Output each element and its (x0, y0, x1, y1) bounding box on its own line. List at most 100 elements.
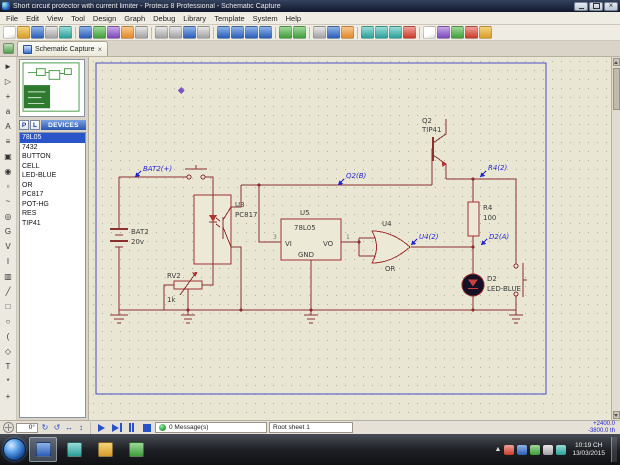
component-bat2[interactable]: BAT2 20v (110, 228, 149, 247)
tape-recorder-icon[interactable]: ◎ (1, 210, 15, 224)
zoom-in-icon[interactable] (217, 26, 230, 39)
component-rv2[interactable]: RV2 1k (167, 272, 202, 304)
tab-close-icon[interactable] (98, 45, 103, 54)
taskbar-proteus-button[interactable] (29, 437, 57, 462)
bat2-value-label[interactable]: 20v (131, 238, 144, 246)
device-item-78l05[interactable]: 78L05 (20, 133, 85, 143)
gerber-viewer-icon[interactable] (121, 26, 134, 39)
home-page-icon[interactable] (59, 26, 72, 39)
copy-icon[interactable] (327, 26, 340, 39)
menu-view[interactable]: View (43, 14, 67, 23)
schematic-canvas[interactable]: BAT2 20v U3 PC817 (89, 57, 611, 420)
block-copy-icon[interactable] (361, 26, 374, 39)
menu-system[interactable]: System (249, 14, 282, 23)
buses-icon[interactable]: ≡ (1, 135, 15, 149)
electrical-rule-check-icon[interactable] (465, 26, 478, 39)
minimize-button[interactable] (574, 2, 588, 11)
maximize-button[interactable] (589, 2, 603, 11)
menu-file[interactable]: File (2, 14, 22, 23)
show-desktop-button[interactable] (611, 437, 617, 462)
menu-tool[interactable]: Tool (67, 14, 89, 23)
pcb-layout-icon[interactable] (93, 26, 106, 39)
u3-ref-label[interactable]: U3 (235, 201, 245, 209)
paste-icon[interactable] (341, 26, 354, 39)
device-item-tip41[interactable]: TIP41 (20, 219, 85, 229)
circle-2d-icon[interactable]: ○ (1, 315, 15, 329)
sheet-panel[interactable]: Root sheet 1 (269, 422, 353, 433)
wire-label-bat2-plus[interactable]: BAT2(+) (143, 165, 172, 173)
selection-pointer-icon[interactable]: ► (1, 60, 15, 74)
taskbar-browser-button[interactable] (60, 437, 88, 462)
component-q2[interactable]: Q2 TIP41 (421, 117, 447, 179)
current-probe-icon[interactable]: I (1, 255, 15, 269)
vertical-scrollbar[interactable] (611, 57, 620, 420)
save-project-icon[interactable] (31, 26, 44, 39)
start-button[interactable] (3, 438, 26, 461)
pick-parts-icon[interactable] (423, 26, 436, 39)
3d-visualizer-icon[interactable] (107, 26, 120, 39)
line-2d-icon[interactable]: ╱ (1, 285, 15, 299)
component-u4[interactable]: U4 OR (372, 220, 410, 273)
arc-2d-icon[interactable]: ( (1, 330, 15, 344)
block-delete-icon[interactable] (403, 26, 416, 39)
cut-icon[interactable] (313, 26, 326, 39)
text-2d-icon[interactable]: T (1, 360, 15, 374)
device-item-pc817[interactable]: PC817 (20, 190, 85, 200)
menu-graph[interactable]: Graph (120, 14, 149, 23)
u5-value-label[interactable]: 78L05 (294, 224, 316, 232)
play-button[interactable] (95, 422, 108, 433)
menu-library[interactable]: Library (179, 14, 210, 23)
close-project-icon[interactable] (45, 26, 58, 39)
overview-minimap[interactable] (19, 59, 85, 117)
minimap-viewport[interactable] (24, 85, 50, 108)
u3-value-label[interactable]: PC817 (235, 211, 257, 219)
q2-value-label[interactable]: TIP41 (421, 126, 441, 134)
wire-label-icon[interactable]: a (1, 105, 15, 119)
make-device-icon[interactable] (437, 26, 450, 39)
rotate-ccw-icon[interactable]: ↺ (52, 424, 62, 432)
bat2-ref-label[interactable]: BAT2 (131, 228, 149, 236)
undo-icon[interactable] (279, 26, 292, 39)
tray-sync-icon[interactable] (530, 445, 540, 455)
menu-template[interactable]: Template (210, 14, 248, 23)
text-script-icon[interactable]: A (1, 120, 15, 134)
symbol-2d-icon[interactable]: * (1, 375, 15, 389)
terminal-mode-icon[interactable]: ◉ (1, 165, 15, 179)
rv2-ref-label[interactable]: RV2 (167, 272, 181, 280)
hidden-icons-chevron-icon[interactable]: ▲ (495, 446, 502, 453)
tray-update-icon[interactable] (517, 445, 527, 455)
zoom-all-icon[interactable] (245, 26, 258, 39)
scroll-up-arrow[interactable] (613, 58, 620, 66)
taskbar-explorer-button[interactable] (91, 437, 119, 462)
schematic-capture-icon[interactable] (79, 26, 92, 39)
wire-label-q2-b[interactable]: Q2(B) (346, 172, 366, 180)
pick-device-button[interactable]: P (19, 120, 29, 130)
wire-label-u4-2[interactable]: U4(2) (419, 233, 439, 241)
virtual-instruments-icon[interactable]: ▥ (1, 270, 15, 284)
wire-label-d2-a[interactable]: D2(A) (489, 233, 509, 241)
redo-icon[interactable] (293, 26, 306, 39)
generator-mode-icon[interactable]: G (1, 225, 15, 239)
origin-icon[interactable] (183, 26, 196, 39)
menu-debug[interactable]: Debug (149, 14, 179, 23)
title-bar[interactable]: Short circuit protector with current lim… (0, 0, 620, 12)
component-mode-icon[interactable]: ▷ (1, 75, 15, 89)
device-item-cell[interactable]: CELL (20, 162, 85, 172)
packaging-tool-icon[interactable] (451, 26, 464, 39)
menu-edit[interactable]: Edit (22, 14, 43, 23)
device-item-res[interactable]: RES (20, 209, 85, 219)
component-u5[interactable]: U5 78L05 VI VO GND 3 1 (273, 209, 350, 260)
u4-ref-label[interactable]: U4 (382, 220, 392, 228)
path-2d-icon[interactable]: ◇ (1, 345, 15, 359)
device-item-button[interactable]: BUTTON (20, 152, 85, 162)
r4-value-label[interactable]: 100 (483, 214, 496, 222)
home-tab-icon[interactable] (3, 43, 14, 54)
menu-design[interactable]: Design (89, 14, 120, 23)
step-button[interactable] (110, 422, 123, 433)
redraw-icon[interactable] (155, 26, 168, 39)
ground-symbols[interactable] (110, 310, 523, 323)
open-project-icon[interactable] (17, 26, 30, 39)
subcircuit-icon[interactable]: ▣ (1, 150, 15, 164)
d2-ref-label[interactable]: D2 (487, 275, 497, 283)
tray-network-icon[interactable] (556, 445, 566, 455)
